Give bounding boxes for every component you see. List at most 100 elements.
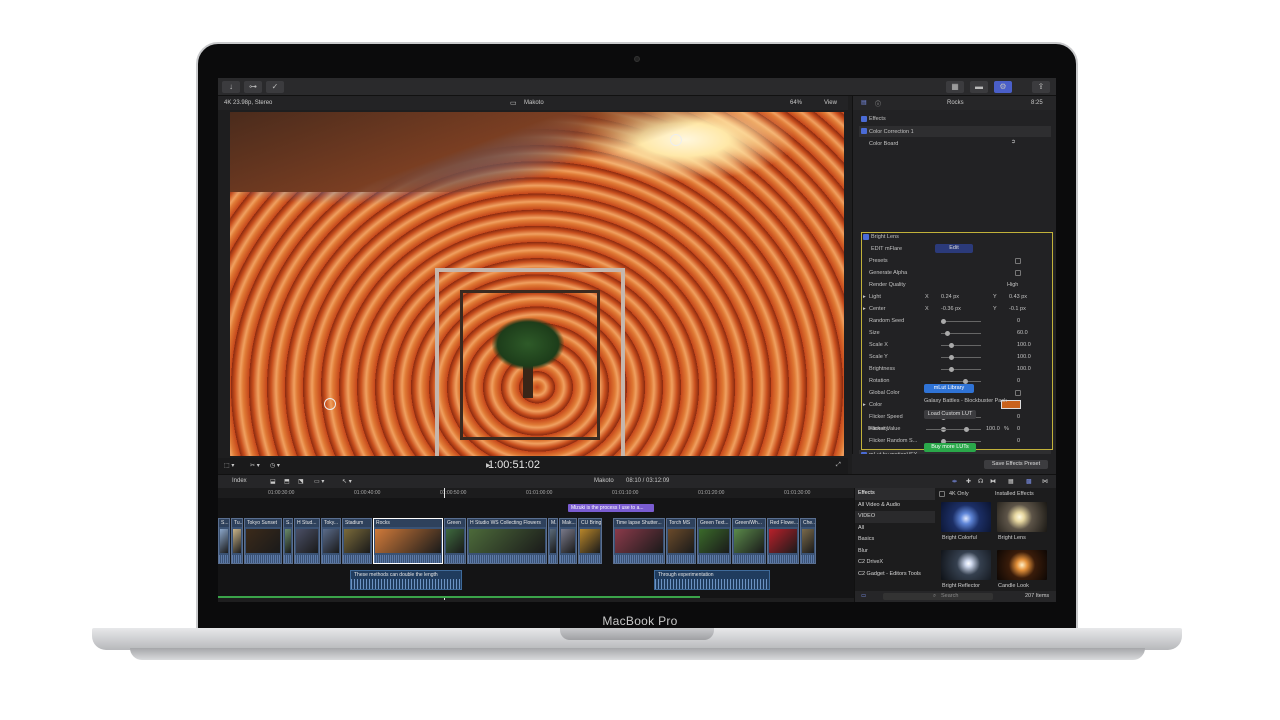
param-value[interactable]: 60.0: [1017, 330, 1028, 336]
color-board-arrow-icon[interactable]: ➲: [1011, 139, 1016, 145]
enhance-icon[interactable]: ✂ ▾: [250, 462, 260, 469]
insert-clip-icon[interactable]: ⬒: [284, 478, 290, 485]
load-custom-lut-button[interactable]: Load Custom LUT: [924, 410, 976, 419]
timeline-clip[interactable]: Stadium: [342, 518, 372, 564]
timeline-clip[interactable]: Time lapse Shutter...: [613, 518, 665, 564]
timeline-clip[interactable]: Green/Wh...: [732, 518, 766, 564]
effect-thumb-bright-reflector[interactable]: [941, 550, 991, 580]
effects-search-input[interactable]: ⌕ Search: [883, 593, 993, 600]
effects-browser-icon[interactable]: ▩: [1026, 478, 1032, 485]
param-value[interactable]: 0: [1017, 378, 1020, 384]
disclosure-icon[interactable]: ▸: [863, 294, 866, 300]
effects-category-item[interactable]: All Video & Audio: [855, 500, 935, 512]
disclosure-icon[interactable]: ▸: [863, 402, 866, 408]
timeline-clip[interactable]: Green: [444, 518, 466, 564]
param-value[interactable]: 100.0: [1017, 354, 1031, 360]
param-slider[interactable]: [941, 369, 981, 370]
overwrite-icon[interactable]: ▭ ▾: [314, 478, 324, 485]
timeline-clip[interactable]: Red Flowe...: [767, 518, 799, 564]
timeline-clip[interactable]: Che...: [800, 518, 816, 564]
timeline-clip[interactable]: H Stud...: [294, 518, 320, 564]
transform-icon[interactable]: ⬚ ▾: [224, 462, 234, 469]
browser-toggle-icon[interactable]: ▦: [946, 81, 964, 93]
timeline-clip[interactable]: CU Bring: [578, 518, 602, 564]
param-slider-knob[interactable]: [941, 319, 946, 324]
param-slider-knob[interactable]: [945, 331, 950, 336]
save-effects-preset-button[interactable]: Save Effects Preset: [984, 460, 1048, 469]
transitions-icon[interactable]: ⋈: [1042, 478, 1048, 485]
share-icon[interactable]: ⇪: [1032, 81, 1050, 93]
timeline-clip[interactable]: Rocks: [373, 518, 443, 564]
param-x-value[interactable]: -0.36 px: [941, 306, 961, 312]
timeline-clip[interactable]: Green Text...: [697, 518, 731, 564]
param-slider-knob[interactable]: [949, 367, 954, 372]
param-y-value[interactable]: -0.1 px: [1009, 306, 1026, 312]
param-value[interactable]: 0: [1017, 414, 1020, 420]
center-control-handle[interactable]: [324, 398, 336, 410]
timeline-clip[interactable]: Tu...: [231, 518, 243, 564]
filmstrip-icon[interactable]: ▦: [1008, 478, 1014, 485]
param-value[interactable]: 0: [1017, 426, 1020, 432]
effects-category-item[interactable]: C2 Gadget - Editors Tools: [855, 569, 935, 581]
effects-category-item[interactable]: C2 DriveX: [855, 557, 935, 569]
param-checkbox[interactable]: [1015, 390, 1021, 396]
append-clip-icon[interactable]: ⬔: [298, 478, 304, 485]
param-slider-knob[interactable]: [949, 343, 954, 348]
effects-category-item[interactable]: Blur: [855, 546, 935, 558]
timeline-clip[interactable]: Mak...: [559, 518, 577, 564]
disclosure-icon[interactable]: ▸: [863, 306, 866, 312]
param-value[interactable]: 0: [1017, 438, 1020, 444]
param-x-value[interactable]: 0.24 px: [941, 294, 959, 300]
timeline-clip[interactable]: Torch MS: [666, 518, 696, 564]
inspector-toggle-icon[interactable]: ⚙: [994, 81, 1012, 93]
fullscreen-icon[interactable]: ⤢: [836, 462, 841, 469]
buy-more-luts-button[interactable]: Buy more LUTs: [924, 443, 976, 452]
param-slider[interactable]: [941, 357, 981, 358]
title-clip[interactable]: Mizuki is the process I use to a...: [568, 504, 654, 512]
effect-thumb-bright-colorful[interactable]: [941, 502, 991, 532]
installed-effects-menu[interactable]: Installed Effects: [995, 491, 1034, 497]
timecode-display[interactable]: 1:00:51:02: [488, 459, 540, 471]
color-correction-checkbox[interactable]: [861, 128, 867, 134]
timeline-clip[interactable]: S...: [218, 518, 230, 564]
speed-icon[interactable]: ◷ ▾: [270, 462, 280, 469]
param-slider[interactable]: [941, 345, 981, 346]
intensity-knob[interactable]: [964, 427, 969, 432]
effect-thumb-bright-lens[interactable]: [997, 502, 1047, 532]
snapping-icon[interactable]: ⧓: [990, 478, 996, 485]
timeline-clip[interactable]: Tokyo Sunset: [244, 518, 282, 564]
effects-category-item[interactable]: VIDEO: [855, 511, 935, 523]
intensity-value[interactable]: 100.0: [986, 426, 1000, 432]
effects-category-item[interactable]: Basics: [855, 534, 935, 546]
param-checkbox[interactable]: [1015, 258, 1021, 264]
edit-mflare-button[interactable]: Edit: [935, 244, 973, 253]
param-slider-knob[interactable]: [949, 355, 954, 360]
video-inspector-icon[interactable]: ▤: [861, 99, 867, 106]
timeline-clip[interactable]: Toky...: [321, 518, 341, 564]
effects-checkbox[interactable]: [861, 116, 867, 122]
param-slider[interactable]: [941, 441, 981, 442]
solo-icon[interactable]: ✚: [966, 478, 971, 485]
info-icon[interactable]: ⓘ: [875, 99, 881, 108]
intensity-slider[interactable]: [926, 429, 966, 430]
select-tool-icon[interactable]: ↖ ▾: [342, 478, 352, 485]
viewer-canvas[interactable]: [230, 112, 844, 456]
param-value[interactable]: 0: [1017, 318, 1020, 324]
zoom-menu[interactable]: 64%: [790, 100, 802, 106]
sidebar-toggle-icon[interactable]: ▭: [861, 593, 866, 599]
audio-clip[interactable]: Through experimentation: [654, 570, 770, 590]
bright-lens-checkbox[interactable]: [863, 234, 869, 240]
param-slider[interactable]: [941, 381, 981, 382]
effect-thumb-candle-look[interactable]: [997, 550, 1047, 580]
param-value[interactable]: 100.0: [1017, 342, 1031, 348]
param-y-value[interactable]: 0.43 px: [1009, 294, 1027, 300]
audio-clip[interactable]: These methods can double the length: [350, 570, 462, 590]
analyze-icon[interactable]: ✓: [266, 81, 284, 93]
keywords-icon[interactable]: ⊶: [244, 81, 262, 93]
timeline-clip[interactable]: S...: [283, 518, 293, 564]
audio-skimming-icon[interactable]: ⇹: [952, 478, 957, 485]
import-icon[interactable]: ↓: [222, 81, 240, 93]
param-checkbox[interactable]: [1015, 270, 1021, 276]
timeline-toggle-icon[interactable]: ▬: [970, 81, 988, 93]
render-quality-menu[interactable]: High: [1007, 282, 1018, 288]
